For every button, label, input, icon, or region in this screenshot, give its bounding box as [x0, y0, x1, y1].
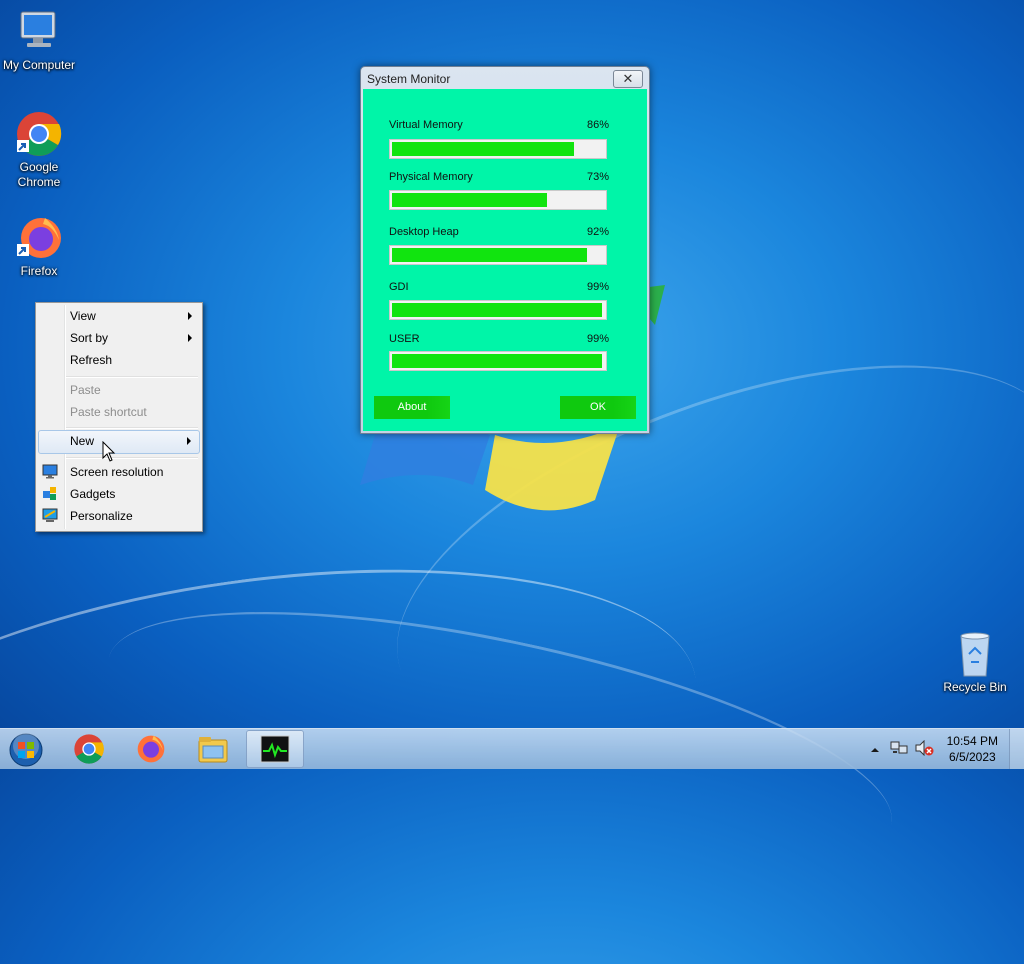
menu-item-label: View: [70, 309, 96, 323]
menu-item-label: Screen resolution: [70, 465, 164, 479]
menu-item-label: Gadgets: [70, 487, 116, 501]
submenu-arrow-icon: [187, 437, 191, 445]
meter-fill: [392, 303, 602, 317]
submenu-arrow-icon: [188, 334, 192, 342]
meter-label-gdi: GDI: [389, 281, 409, 293]
taskbar-firefox-button[interactable]: [122, 730, 180, 768]
desktop-icon-google-chrome[interactable]: Google Chrome: [0, 110, 79, 190]
close-button[interactable]: ✕: [613, 70, 643, 88]
menu-item-label: Paste shortcut: [70, 405, 147, 419]
personalize-icon: [42, 508, 58, 523]
desktop-icon-my-computer[interactable]: My Computer: [0, 8, 79, 73]
close-icon: ✕: [622, 71, 634, 86]
window-title: System Monitor: [367, 72, 451, 86]
menu-item-label: New: [70, 434, 95, 448]
menu-item-refresh[interactable]: Refresh: [38, 349, 200, 371]
desktop-icon-label: Google Chrome: [17, 160, 61, 189]
start-orb-icon: [9, 733, 43, 767]
meter-bar-virtual-memory: [389, 139, 607, 159]
network-icon[interactable]: [890, 740, 908, 761]
show-desktop-button[interactable]: [1009, 729, 1024, 769]
menu-separator: [66, 376, 198, 378]
taskbar-clock[interactable]: 10:54 PM 6/5/2023: [947, 733, 998, 765]
taskbar: 10:54 PM 6/5/2023: [0, 728, 1024, 769]
meter-percent-desktop-heap: 92%: [586, 226, 609, 238]
chrome-icon: [15, 110, 63, 158]
menu-item-label: Personalize: [70, 509, 133, 523]
about-button[interactable]: About: [374, 396, 450, 419]
window-client-area: Virtual Memory 86% Physical Memory 73% D…: [363, 89, 647, 431]
meter-bar-physical-memory: [389, 190, 607, 210]
meter-label-user: USER: [389, 333, 420, 345]
menu-item-paste-shortcut[interactable]: Paste shortcut: [38, 401, 200, 423]
menu-item-screen-resolution[interactable]: Screen resolution: [38, 461, 200, 483]
menu-item-label: Paste: [70, 383, 101, 397]
firefox-icon: [15, 214, 63, 262]
menu-item-new[interactable]: New: [38, 430, 200, 454]
meter-percent-user: 99%: [586, 333, 609, 345]
meter-bar-desktop-heap: [389, 245, 607, 265]
clock-time: 10:54 PM: [946, 734, 998, 748]
computer-icon: [15, 8, 63, 56]
menu-separator: [66, 457, 198, 459]
meter-percent-gdi: 99%: [586, 281, 609, 293]
meter-bar-gdi: [389, 300, 607, 320]
system-monitor-icon: [260, 735, 290, 763]
menu-separator: [66, 427, 198, 429]
desktop-icon-label: My Computer: [2, 58, 76, 72]
taskbar-explorer-button[interactable]: [184, 730, 242, 768]
desktop-icon-label: Recycle Bin: [943, 680, 1007, 694]
menu-item-label: Sort by: [70, 331, 109, 345]
gadgets-icon: [42, 486, 58, 501]
desktop-context-menu: View Sort by Refresh Paste Paste shortcu…: [35, 302, 203, 532]
chrome-icon: [74, 734, 104, 764]
desktop-icon-label: Firefox: [20, 264, 58, 278]
menu-item-label: Refresh: [70, 353, 113, 367]
submenu-arrow-icon: [188, 312, 192, 320]
clock-date: 6/5/2023: [948, 750, 996, 764]
menu-item-paste[interactable]: Paste: [38, 379, 200, 401]
meter-fill: [392, 193, 547, 207]
mouse-cursor-icon: [102, 441, 116, 462]
meter-fill: [392, 248, 587, 262]
menu-item-gadgets[interactable]: Gadgets: [38, 483, 200, 505]
firefox-icon: [137, 735, 165, 763]
meter-fill: [392, 142, 574, 156]
meter-fill: [392, 354, 602, 368]
meter-label-desktop-heap: Desktop Heap: [389, 226, 459, 238]
meter-percent-physical-memory: 73%: [586, 171, 609, 183]
monitor-icon: [42, 464, 58, 479]
menu-item-personalize[interactable]: Personalize: [38, 505, 200, 527]
start-button[interactable]: [0, 730, 54, 768]
taskbar-system-monitor-button[interactable]: [246, 730, 304, 768]
taskbar-chrome-button[interactable]: [60, 730, 118, 768]
explorer-icon: [198, 737, 228, 763]
ok-button[interactable]: OK: [560, 396, 636, 419]
desktop-icon-firefox[interactable]: Firefox: [0, 214, 79, 279]
show-hidden-icons-icon[interactable]: [870, 742, 880, 760]
menu-item-view[interactable]: View: [38, 305, 200, 327]
meter-bar-user: [389, 351, 607, 371]
meter-label-physical-memory: Physical Memory: [389, 171, 473, 183]
meter-label-virtual-memory: Virtual Memory: [389, 119, 463, 131]
system-monitor-window: System Monitor ✕ Virtual Memory 86% Phys…: [360, 66, 650, 434]
volume-muted-icon[interactable]: [914, 739, 934, 761]
desktop-icon-recycle-bin[interactable]: Recycle Bin: [935, 630, 1015, 695]
meter-percent-virtual-memory: 86%: [586, 119, 609, 131]
menu-item-sort-by[interactable]: Sort by: [38, 327, 200, 349]
recycle-bin-icon: [951, 630, 999, 678]
